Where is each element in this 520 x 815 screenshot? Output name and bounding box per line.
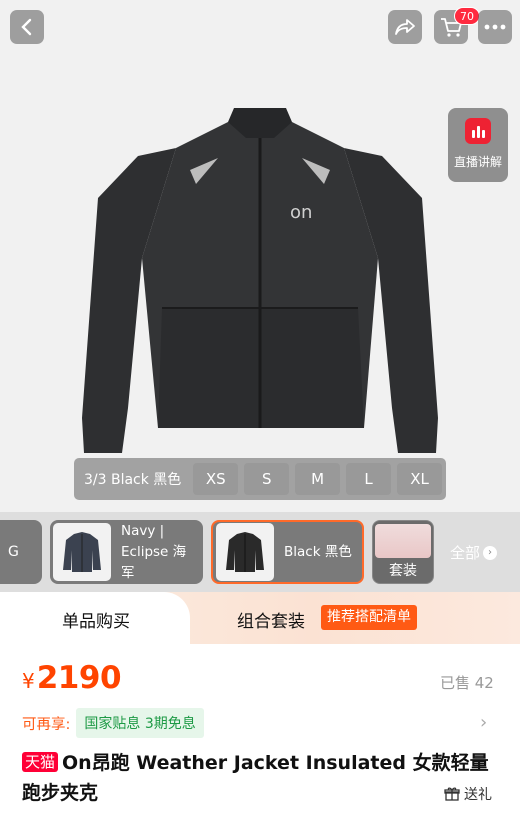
size-selector: 3/3 Black 黑色 XS S M L XL [74,458,446,500]
variant-thumbnail-strip: G Navy | Eclipse 海军 Black 黑色 套装 全部 › [0,512,520,592]
navy-jacket-thumbnail [53,523,111,581]
tab-single-purchase[interactable]: 单品购买 [0,592,190,644]
black-jacket-thumbnail [216,523,274,581]
size-chip-s[interactable]: S [244,463,290,495]
gift-icon [444,787,460,801]
recommend-list-badge[interactable]: 推荐搭配清单 [321,605,417,630]
variant-navy-label: Navy | Eclipse 海军 [121,522,187,581]
chevron-left-icon [21,18,32,36]
purchase-tabs: 单品购买 组合套装 [0,592,520,644]
gift-button[interactable]: 送礼 [444,784,492,804]
variant-label: 3/3 Black 黑色 [84,472,182,488]
variant-thumb-partial[interactable]: G [0,520,42,584]
variant-thumb-partial-label: G [8,544,19,560]
size-chip-xs[interactable]: XS [193,463,239,495]
size-chip-m[interactable]: M [295,463,341,495]
cart-count-badge: 70 [454,7,480,25]
product-image[interactable]: on 70 直播讲解 3/3 Black 黑色 XS S M L XL [0,0,520,512]
live-explain-label: 直播讲解 [453,155,502,169]
size-chip-l[interactable]: L [346,463,392,495]
share-button[interactable] [388,10,422,44]
promo-row[interactable]: 可再享: 国家贴息 3期免息 [22,708,204,738]
variant-set-label: 套装 [389,563,417,579]
share-icon [395,19,415,35]
more-dots-icon [484,24,506,30]
tab-single-label: 单品购买 [62,612,130,632]
currency-symbol: ¥ [22,669,35,693]
sold-count: 已售 42 [440,674,494,692]
all-variants-label: 全部 [450,544,481,562]
gift-label: 送礼 [464,787,492,803]
svg-text:on: on [290,202,312,223]
jacket-image: on [82,108,438,453]
all-variants-link[interactable]: 全部 › [450,542,498,563]
more-button[interactable] [478,10,512,44]
live-bars-icon [465,118,491,144]
variant-thumb-navy[interactable]: Navy | Eclipse 海军 [50,520,203,584]
chevron-right-icon[interactable]: › [480,712,487,733]
size-chip-xl[interactable]: XL [397,463,442,495]
product-title: 天猫 On昂跑 Weather Jacket Insulated 女款轻量跑步夹克 [22,748,492,808]
promo-prefix: 可再享: [22,716,71,733]
product-title-text: On昂跑 Weather Jacket Insulated 女款轻量跑步夹克 [22,752,489,804]
promo-tag: 国家贴息 3期免息 [76,708,204,738]
variant-black-label: Black 黑色 [284,543,352,560]
live-explain-button[interactable]: 直播讲解 [448,108,508,182]
variant-thumb-black[interactable]: Black 黑色 [211,520,364,584]
variant-thumb-set[interactable]: 套装 [372,520,434,584]
tmall-badge: 天猫 [22,752,59,772]
product-page: on 70 直播讲解 3/3 Black 黑色 XS S M L XL G Na… [0,0,520,815]
price-value: 2190 [36,660,122,696]
price: ¥ 2190 [22,660,122,696]
back-button[interactable] [10,10,44,44]
chevron-right-icon: › [483,545,498,560]
tab-combo-set[interactable]: 组合套装 [237,607,305,632]
set-thumbnail [375,524,431,558]
cart-button[interactable]: 70 [434,7,480,44]
